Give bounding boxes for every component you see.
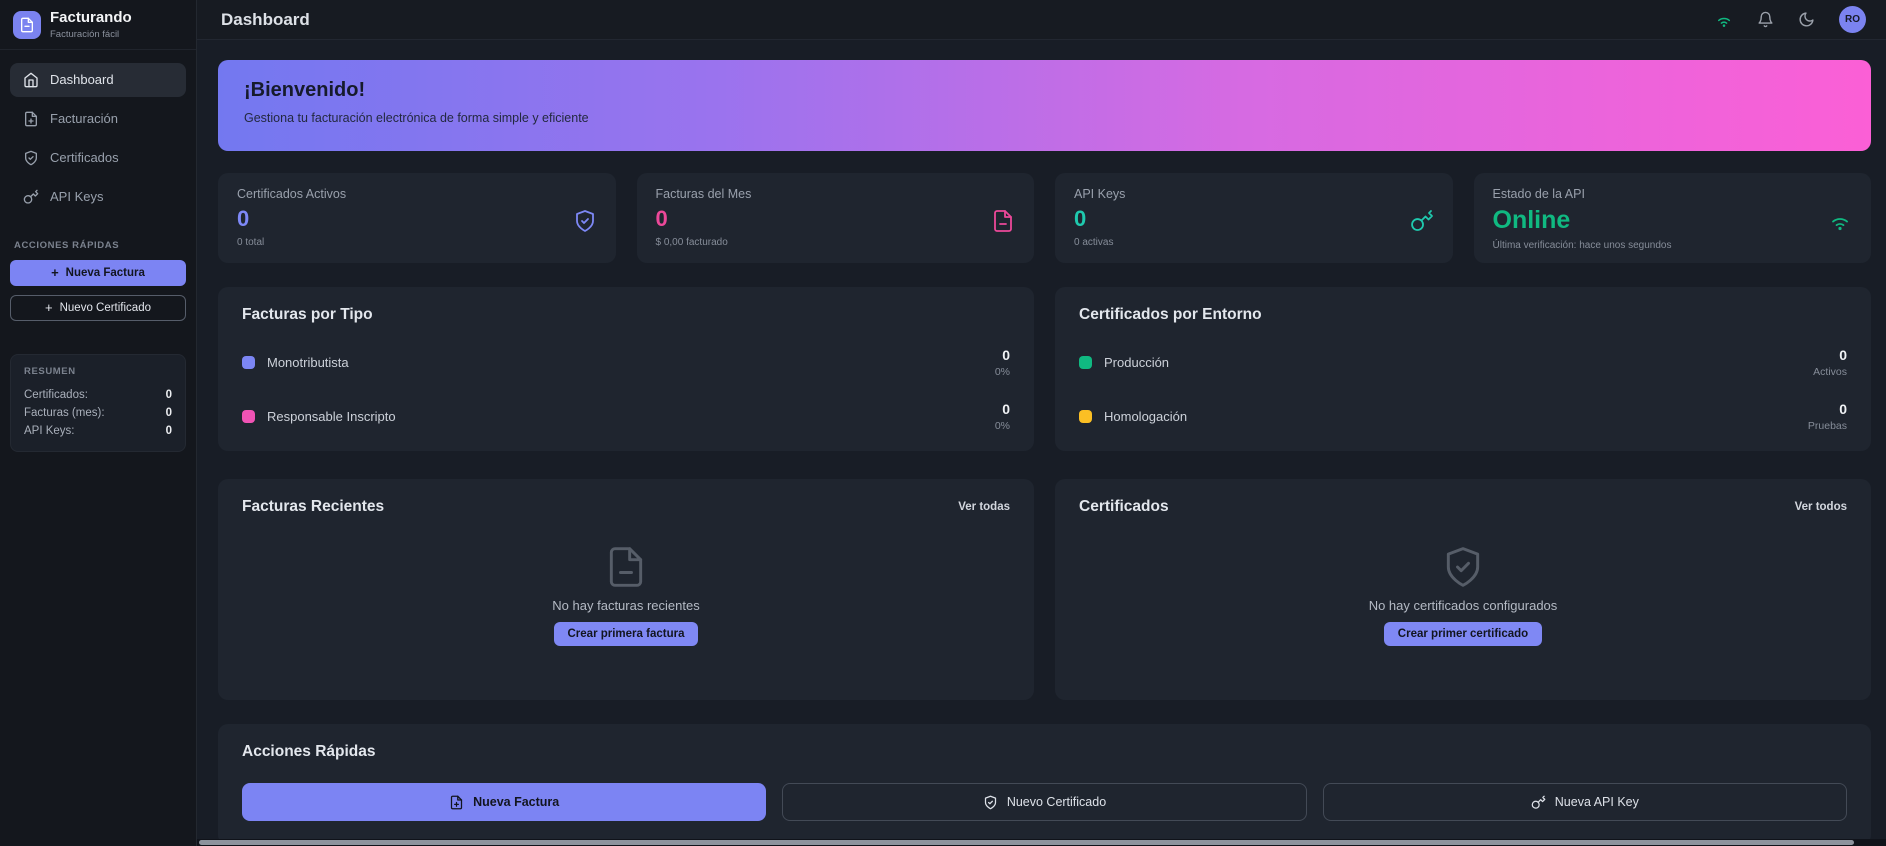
summary-value: 0 (166, 389, 172, 401)
nuevo-certificado-button[interactable]: Nuevo Certificado (782, 783, 1306, 821)
breakdown-row: Facturas por Tipo Monotributista 0 0% Re… (218, 287, 1871, 451)
sidebar-item-facturacion[interactable]: Facturación (10, 102, 186, 136)
stats-row: Certificados Activos 0 0 total Facturas … (218, 173, 1871, 263)
stat-value: 0 (237, 206, 597, 232)
breakdown-row-homologacion: Homologación 0 Pruebas (1079, 401, 1847, 432)
sidebar: Facturando Facturación fácil Dashboard F… (0, 0, 197, 846)
summary-value: 0 (166, 407, 172, 419)
facturas-por-tipo-card: Facturas por Tipo Monotributista 0 0% Re… (218, 287, 1034, 451)
key-icon (1410, 209, 1434, 233)
sidebar-item-certificados[interactable]: Certificados (10, 141, 186, 175)
summary-row-api-keys: API Keys: 0 (24, 422, 172, 440)
stat-card-certificados-activos: Certificados Activos 0 0 total (218, 173, 616, 263)
empty-state-facturas: No hay facturas recientes Crear primera … (242, 516, 1010, 681)
color-chip (1079, 410, 1092, 423)
certificados-por-entorno-card: Certificados por Entorno Producción 0 Ac… (1055, 287, 1871, 451)
api-status-wifi-icon (1715, 11, 1733, 29)
sidebar-item-label: Dashboard (50, 72, 114, 87)
color-chip (242, 356, 255, 369)
header: Dashboard RO (197, 0, 1886, 40)
stat-card-estado-api: Estado de la API Online Última verificac… (1474, 173, 1872, 263)
welcome-title: ¡Bienvenido! (244, 79, 1845, 102)
summary-card: RESUMEN Certificados: 0 Facturas (mes): … (10, 354, 186, 452)
sidebar-nav: Dashboard Facturación Certificados API K… (0, 50, 196, 214)
welcome-subtitle: Gestiona tu facturación electrónica de f… (244, 111, 1845, 125)
nueva-factura-button[interactable]: Nueva Factura (242, 783, 766, 821)
crear-primera-factura-button[interactable]: Crear primera factura (554, 622, 699, 646)
notifications-bell-icon[interactable] (1757, 11, 1774, 28)
nueva-api-key-button[interactable]: Nueva API Key (1323, 783, 1847, 821)
summary-title: RESUMEN (24, 366, 172, 377)
ver-todas-link[interactable]: Ver todas (958, 501, 1010, 513)
breakdown-row-monotributista: Monotributista 0 0% (242, 347, 1010, 378)
sidebar-item-label: API Keys (50, 189, 103, 204)
welcome-banner: ¡Bienvenido! Gestiona tu facturación ele… (218, 60, 1871, 151)
certificados-card: Certificados Ver todos No hay certificad… (1055, 479, 1871, 700)
home-icon (23, 72, 39, 88)
horizontal-scrollbar[interactable] (197, 839, 1886, 846)
key-icon (1531, 795, 1546, 810)
page-title: Dashboard (221, 10, 310, 30)
breakdown-row-responsable-inscripto: Responsable Inscripto 0 0% (242, 401, 1010, 432)
dark-mode-moon-icon[interactable] (1798, 11, 1815, 28)
summary-row-facturas: Facturas (mes): 0 (24, 404, 172, 422)
stat-value: 0 (656, 206, 1016, 232)
plus-icon: + (45, 301, 53, 314)
wifi-icon (1828, 209, 1852, 233)
file-text-icon (604, 545, 648, 589)
sidebar-actions-title: ACCIONES RÁPIDAS (14, 240, 182, 251)
api-status-value: Online (1493, 206, 1853, 235)
sidebar-new-invoice-button[interactable]: + Nueva Factura (10, 260, 186, 286)
stat-value: 0 (1074, 206, 1434, 232)
summary-row-certificados: Certificados: 0 (24, 386, 172, 404)
shield-check-icon (573, 209, 597, 233)
color-chip (1079, 356, 1092, 369)
main-content: ¡Bienvenido! Gestiona tu facturación ele… (197, 40, 1886, 846)
sidebar-item-api-keys[interactable]: API Keys (10, 180, 186, 214)
sidebar-new-certificate-button[interactable]: + Nuevo Certificado (10, 295, 186, 321)
file-plus-icon (449, 795, 464, 810)
brand-logo-file-icon (13, 11, 41, 39)
shield-check-icon (1441, 545, 1485, 589)
ver-todos-link[interactable]: Ver todos (1795, 501, 1847, 513)
shield-check-icon (23, 150, 39, 166)
key-icon (23, 189, 39, 205)
user-avatar[interactable]: RO (1839, 6, 1866, 33)
sidebar-item-dashboard[interactable]: Dashboard (10, 63, 186, 97)
empty-state-certificados: No hay certificados configurados Crear p… (1079, 516, 1847, 681)
brand-tagline: Facturación fácil (50, 29, 132, 40)
color-chip (242, 410, 255, 423)
breakdown-row-produccion: Producción 0 Activos (1079, 347, 1847, 378)
summary-value: 0 (166, 425, 172, 437)
sidebar-item-label: Certificados (50, 150, 119, 165)
stat-card-api-keys: API Keys 0 0 activas (1055, 173, 1453, 263)
stat-card-facturas-del-mes: Facturas del Mes 0 $ 0,00 facturado (637, 173, 1035, 263)
file-text-icon (991, 209, 1015, 233)
brand-name: Facturando (50, 10, 132, 27)
file-plus-icon (23, 111, 39, 127)
brand: Facturando Facturación fácil (0, 0, 196, 50)
crear-primer-certificado-button[interactable]: Crear primer certificado (1384, 622, 1542, 646)
scrollbar-thumb[interactable] (199, 840, 1854, 845)
sidebar-item-label: Facturación (50, 111, 118, 126)
shield-check-icon (983, 795, 998, 810)
plus-icon: + (51, 266, 59, 279)
facturas-recientes-card: Facturas Recientes Ver todas No hay fact… (218, 479, 1034, 700)
recent-row: Facturas Recientes Ver todas No hay fact… (218, 479, 1871, 700)
acciones-rapidas-card: Acciones Rápidas Nueva Factura Nuevo Cer… (218, 724, 1871, 845)
